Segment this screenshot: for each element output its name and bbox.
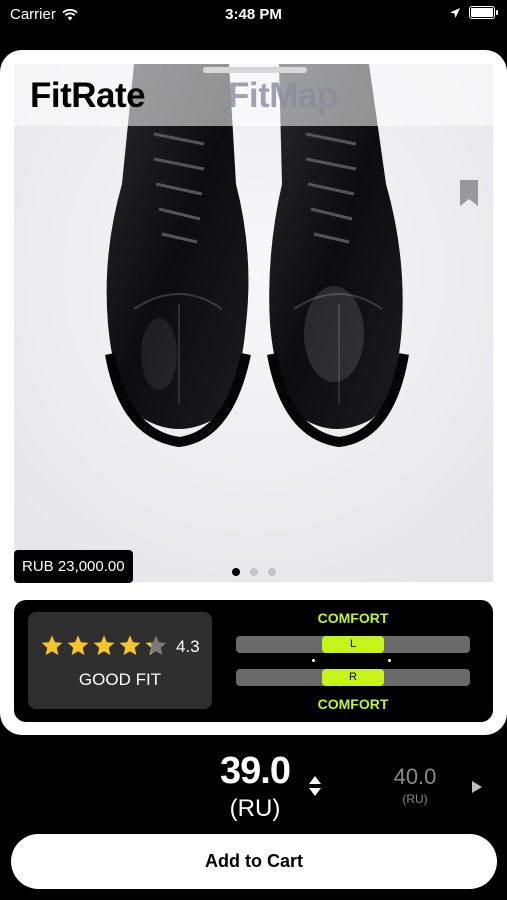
comfort-label-bottom: COMFORT (317, 696, 389, 712)
star-icon (145, 635, 167, 655)
add-to-cart-button[interactable]: Add to Cart (11, 834, 497, 889)
rating-box[interactable]: 4.3 GOOD FIT (28, 612, 212, 709)
fit-panel: 4.3 GOOD FIT COMFORT L R COMFORT (14, 600, 493, 722)
rating-stars (40, 634, 168, 658)
track-tick-left (312, 659, 315, 662)
next-size-value: 40.0 (393, 764, 437, 789)
size-unit: (RU) (229, 795, 281, 822)
drag-handle[interactable] (203, 67, 307, 73)
price-tag: RUB 23,000.00 (14, 550, 133, 583)
boots-photo (14, 64, 493, 582)
star-icon (41, 635, 63, 655)
comfort-label-top: COMFORT (317, 610, 389, 626)
star-icon (67, 635, 89, 655)
rating-value: 4.3 (176, 637, 200, 656)
left-foot-marker: L (322, 636, 384, 653)
product-card: FitRate FitMap RUB 23,000.00 4.3 GOOD FI… (0, 50, 507, 735)
right-foot-comfort-track: R (236, 669, 470, 686)
bookmark-icon[interactable] (458, 180, 480, 208)
fit-label: GOOD FIT (78, 670, 162, 689)
location-arrow-icon (450, 7, 460, 18)
status-time: 3:48 PM (225, 6, 282, 23)
product-image[interactable] (14, 64, 493, 582)
star-icon (93, 635, 115, 655)
play-arrow-icon[interactable] (472, 781, 482, 793)
status-bar: Carrier 3:48 PM (0, 0, 507, 30)
pager-dot[interactable] (249, 568, 258, 576)
tab-fitrate[interactable]: FitRate (30, 76, 146, 116)
status-right (449, 6, 498, 19)
tab-fitmap[interactable]: FitMap (228, 76, 338, 116)
pager-dot[interactable] (231, 568, 240, 576)
pager-dot[interactable] (267, 568, 276, 576)
right-foot-marker: R (322, 669, 384, 686)
size-value: 39.0 (220, 750, 291, 792)
up-down-stepper-icon[interactable] (308, 775, 322, 797)
next-size-unit: (RU) (402, 792, 428, 806)
track-tick-right (388, 659, 391, 662)
star-icon (119, 635, 141, 655)
size-selector-next[interactable]: 40.0 (RU) (385, 764, 445, 806)
left-foot-comfort-track: L (236, 636, 470, 653)
battery-level (471, 8, 493, 17)
battery-icon (469, 6, 498, 19)
size-selector-current[interactable]: 39.0 (RU) (210, 750, 300, 823)
